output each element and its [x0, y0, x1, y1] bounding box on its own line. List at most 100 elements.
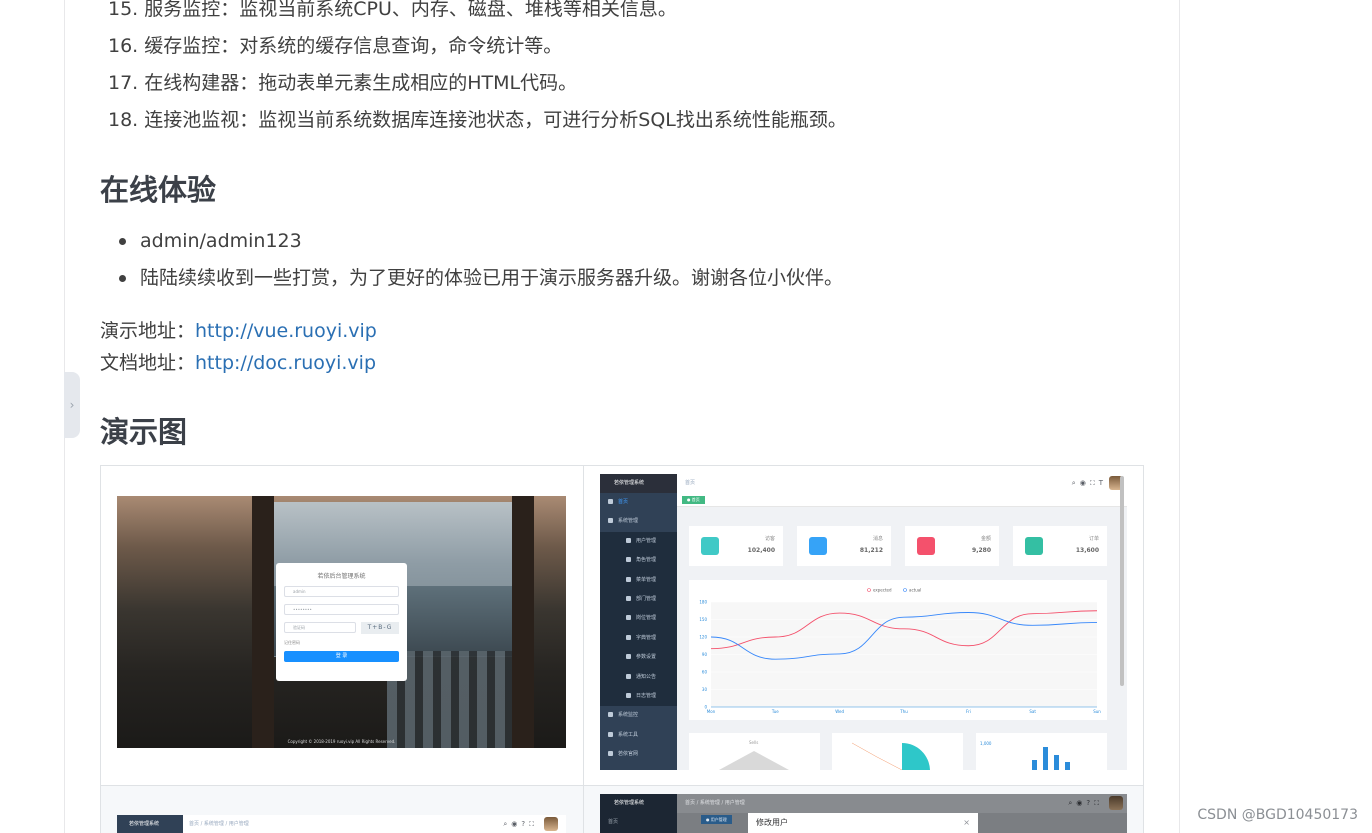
fullscreen-icon: ⛶ [529, 820, 538, 828]
menu-icon [608, 712, 613, 718]
sidebar-item: 首页 [600, 493, 677, 512]
sidebar-item: 系统监控 [600, 706, 677, 725]
toolbar-icons: ⌕◉?⛶ [1068, 794, 1103, 813]
bar [1032, 760, 1037, 770]
menu-icon [608, 731, 613, 737]
sidebar-item-label: 系统监控 [618, 712, 639, 719]
x-tick-label: Thu [899, 709, 908, 714]
panel-value: 13,600 [1075, 547, 1099, 554]
docs-address: 文档地址：http://doc.ruoyi.vip [100, 351, 376, 375]
stat-panel: 订单 13,600 [1013, 526, 1107, 566]
sidebar-item-label: 通知公告 [636, 673, 657, 680]
money-icon [917, 537, 935, 555]
password-field: •••••••• [284, 604, 399, 615]
toolbar-icons: ⌕◉⛶T [1072, 474, 1107, 493]
window-frame [252, 496, 274, 748]
list-item: 15. 服务监控：监视当前系统CPU、内存、磁盘、堆栈等相关信息。 [108, 0, 677, 20]
content-border [1179, 0, 1180, 833]
github-icon: ◉ [1079, 479, 1090, 487]
demo-address-label: 演示地址： [100, 320, 196, 342]
github-icon: ◉ [1076, 799, 1087, 807]
sidebar-toggle-button[interactable]: › [64, 372, 80, 438]
captcha-row: 验证码 T+B-G [284, 622, 399, 634]
radar-shape [719, 751, 789, 770]
sidebar-item-label: 日志管理 [636, 692, 657, 699]
pie-chart [851, 742, 930, 770]
sidebar-item: 字典管理 [600, 628, 677, 649]
sidebar: 若依管理系统 首页 系统管理 用户管理 角色管理 菜单管理 部门管理 岗位管理 字典管理 参数设… [600, 474, 677, 770]
toolbar-icons: ⌕◉?⛶ [503, 815, 538, 833]
breadcrumb: 首页 / 系统管理 / 用户管理 [685, 800, 745, 806]
y-tick-label: 180 [699, 600, 707, 605]
sidebar-item-label: 角色管理 [636, 557, 657, 564]
list-item: 陆陆续续收到一些打赏，为了更好的体验已用于演示服务器升级。谢谢各位小伙伴。 [117, 266, 843, 303]
dialog-title: 修改用户 [756, 818, 788, 827]
x-tick-label: Wed [835, 709, 844, 714]
list-item: 18. 连接池监视：监视当前系统数据库连接池状态，可进行分析SQL找出系统性能瓶… [108, 109, 847, 131]
panel-label: 访客 [764, 536, 775, 542]
remember-checkbox: 记住密码 [284, 640, 300, 645]
bar-chart: 1,000 [980, 741, 1070, 770]
watermark: CSDN @BGD10450173 [1197, 807, 1358, 823]
sidebar-item: 日志管理 [600, 686, 677, 707]
menu-icon [608, 751, 613, 757]
legend-marker [903, 588, 907, 592]
menu-icon [626, 537, 631, 543]
sidebar-item: 系统管理 [600, 512, 677, 531]
fullscreen-icon: ⛶ [1089, 479, 1099, 487]
feature-list: 15. 服务监控：监视当前系统CPU、内存、磁盘、堆栈等相关信息。 16. 缓存… [108, 0, 847, 146]
login-card: 若依后台管理系统 admin •••••••• 验证码 T+B-G 记住密码 登… [276, 563, 407, 681]
bar [1065, 762, 1070, 770]
radar-chart: Sells [719, 740, 789, 770]
breadcrumb: 首页 [685, 480, 696, 486]
sidebar-item-label: 岗位管理 [636, 615, 657, 622]
user-list-screenshot: 若依管理系统 首页 / 系统管理 / 用户管理 ⌕◉?⛶ [117, 815, 566, 833]
search-icon: ⌕ [1071, 479, 1080, 487]
sidebar-item-label: 用户管理 [636, 537, 657, 544]
y-tick-label: 150 [699, 617, 707, 622]
menu-icon [626, 557, 631, 563]
menu-icon [626, 615, 631, 621]
sidebar-item-label: 若依官网 [618, 751, 639, 758]
stat-panel: 消息 81,212 [797, 526, 891, 566]
peoples-icon [701, 537, 719, 555]
menu-icon [626, 634, 631, 640]
online-bullet-list: admin/admin123 陆陆续续收到一些打赏，为了更好的体验已用于演示服务… [117, 229, 843, 303]
demo-address: 演示地址：http://vue.ruoyi.vip [100, 319, 377, 343]
bar [1043, 747, 1048, 770]
sidebar-item: 若依官网 [600, 745, 677, 764]
pie-chart-card [832, 733, 963, 770]
captcha-image: T+B-G [361, 622, 399, 634]
tags-view: ● 首页 [677, 493, 1127, 507]
menu-icon [608, 499, 613, 504]
sidebar: 若依管理系统 首页 [600, 794, 677, 833]
menu-icon [626, 673, 631, 679]
y-tick-label: 30 [702, 687, 708, 692]
app-logo: 若依管理系统 [614, 800, 645, 806]
panel-value: 102,400 [747, 547, 775, 554]
x-tick-label: Sat [1029, 709, 1036, 714]
sidebar-item-home: 首页 [608, 819, 619, 825]
docs-link[interactable]: http://doc.ruoyi.vip [195, 352, 376, 374]
app-logo: 若依管理系统 [600, 474, 677, 493]
menu-icon [626, 595, 631, 601]
panel-label: 消息 [872, 536, 883, 542]
edit-user-dialog: 修改用户 × [748, 813, 978, 833]
list-item: 17. 在线构建器：拖动表单元素生成相应的HTML代码。 [108, 72, 578, 94]
breadcrumb: 首页 / 系统管理 / 用户管理 [189, 821, 249, 827]
menu-icon [626, 692, 631, 698]
bar-chart-card: 1,000 [976, 733, 1107, 770]
help-icon: ? [1086, 799, 1095, 807]
sidebar-item-label: 参数设置 [636, 654, 657, 661]
tag-user: ● 用户管理 [701, 815, 732, 824]
table-divider [100, 785, 1144, 786]
pie-label-line [851, 742, 903, 770]
github-icon: ◉ [511, 820, 522, 828]
avatar [544, 817, 558, 831]
login-title: 若依后台管理系统 [317, 573, 366, 580]
demo-link[interactable]: http://vue.ruoyi.vip [195, 320, 377, 342]
docs-address-label: 文档地址： [100, 352, 196, 374]
sidebar-item: 菜单管理 [600, 570, 677, 590]
stat-panel: 金额 9,280 [905, 526, 999, 566]
app-logo: 若依管理系统 [117, 815, 183, 833]
